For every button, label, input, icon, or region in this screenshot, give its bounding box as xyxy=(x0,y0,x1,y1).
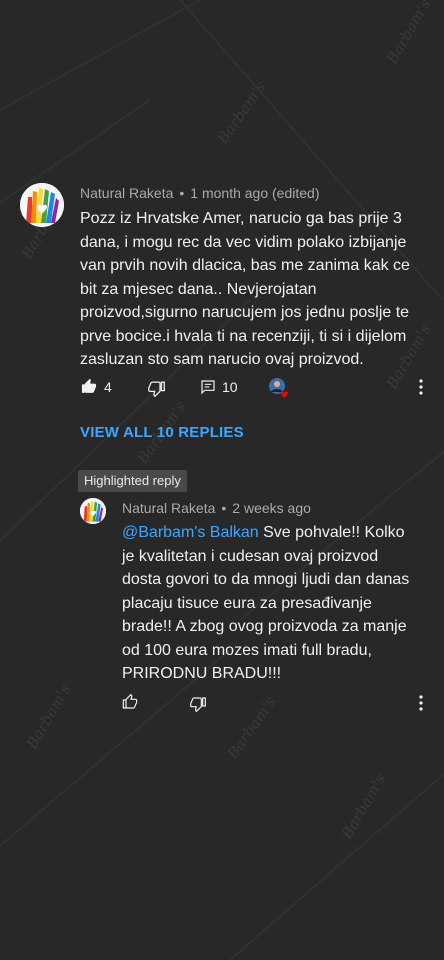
meta-separator: • xyxy=(179,185,185,201)
svg-text:Barbam's: Barbam's xyxy=(213,78,270,148)
reply-author-avatar[interactable] xyxy=(80,498,106,524)
author-avatar[interactable] xyxy=(20,183,64,227)
svg-text:Barbam's: Barbam's xyxy=(382,0,434,68)
reply-text: @Barbam's Balkan Sve pohvale!! Kolko je … xyxy=(122,521,418,686)
more-vert-icon xyxy=(419,695,423,711)
rainbow-hands-icon xyxy=(80,498,106,524)
highlighted-reply-badge: Highlighted reply xyxy=(78,470,187,492)
meta-separator: • xyxy=(221,500,227,516)
thumbs-down-icon xyxy=(148,381,165,398)
comment-meta: Natural Raketa • 1 month ago (edited) xyxy=(80,185,320,201)
more-options-button[interactable] xyxy=(418,378,424,401)
thumbs-up-icon xyxy=(122,693,138,709)
more-vert-icon xyxy=(419,379,423,395)
author-name[interactable]: Natural Raketa xyxy=(80,185,173,201)
thumbs-down-icon xyxy=(190,697,206,713)
reply-author-name[interactable]: Natural Raketa xyxy=(122,500,215,516)
svg-text:Barbam's: Barbam's xyxy=(223,693,280,763)
reply-body: Sve pohvale!! Kolko je kvalitetan i cude… xyxy=(122,524,410,682)
reply-meta: Natural Raketa • 2 weeks ago xyxy=(122,500,311,516)
watermark-pattern: Barbam's Barbam's Barbam's Barbam's Barb… xyxy=(0,0,444,960)
comment-text: Pozz iz Hrvatske Amer, narucio ga bas pr… xyxy=(80,210,410,368)
view-replies-button[interactable]: VIEW ALL 10 REPLIES xyxy=(80,424,244,441)
mention-link[interactable]: @Barbam's Balkan xyxy=(122,524,259,541)
reply-like-button[interactable] xyxy=(122,693,138,715)
reply-more-options-button[interactable] xyxy=(418,694,424,717)
creator-heart xyxy=(269,378,289,405)
comment-icon xyxy=(201,380,215,395)
reply-time[interactable]: 2 weeks ago xyxy=(232,500,311,516)
rainbow-hands-icon xyxy=(20,183,64,227)
like-count: 4 xyxy=(104,379,112,395)
reply-count: 10 xyxy=(222,379,238,395)
creator-heart-icon xyxy=(269,378,288,398)
svg-text:Barbam's: Barbam's xyxy=(337,771,389,843)
dislike-button[interactable] xyxy=(148,380,165,402)
reply-button[interactable] xyxy=(200,379,216,400)
svg-text:Barbam's: Barbam's xyxy=(22,681,74,753)
reply-dislike-button[interactable] xyxy=(190,696,206,717)
like-button[interactable] xyxy=(80,378,98,400)
thumbs-up-icon xyxy=(81,378,97,393)
comment-time[interactable]: 1 month ago (edited) xyxy=(190,185,319,201)
